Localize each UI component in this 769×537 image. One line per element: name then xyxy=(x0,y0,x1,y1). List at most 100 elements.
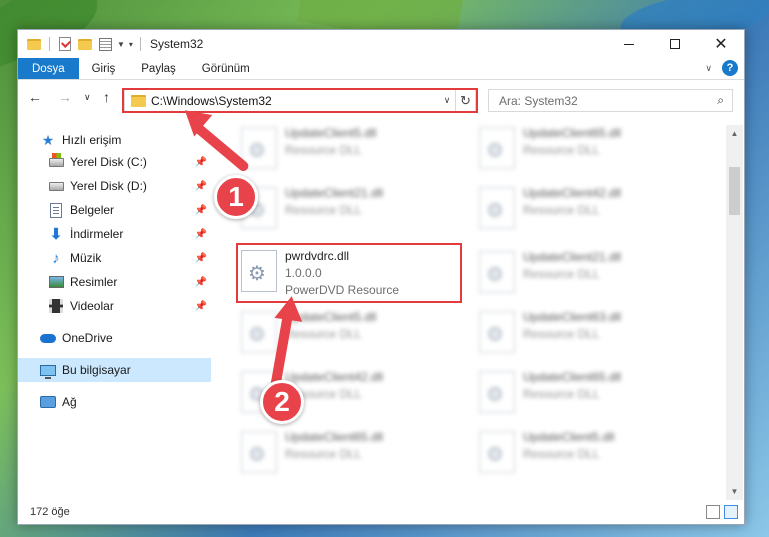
file-item[interactable]: UpdateClient5.dll Resource DLL xyxy=(237,125,452,175)
videos-icon xyxy=(48,298,64,314)
file-item[interactable]: UpdateClient21.dll Resource DLL xyxy=(237,185,452,235)
dll-file-icon xyxy=(241,311,277,353)
forward-arrow-icon[interactable]: → xyxy=(58,89,72,105)
tab-file[interactable]: Dosya xyxy=(18,58,79,79)
tab-view[interactable]: Görünüm xyxy=(189,58,263,79)
customize-toolbar-icon[interactable]: ▾ xyxy=(129,40,133,49)
sidebar-item-music[interactable]: ♪ Müzik 📌 xyxy=(48,246,211,270)
dll-file-icon xyxy=(479,371,515,413)
drive-icon xyxy=(48,178,64,194)
minimize-button[interactable] xyxy=(606,30,652,58)
file-item[interactable]: UpdateClient65.dll Resource DLL xyxy=(475,369,690,419)
pin-icon[interactable]: 📌 xyxy=(195,205,207,216)
search-input[interactable]: Ara: System32 ⌕ xyxy=(488,89,733,112)
music-icon: ♪ xyxy=(52,249,60,267)
file-type: Resource DLL xyxy=(523,267,600,281)
network-icon xyxy=(40,394,56,410)
file-item[interactable]: UpdateClient21.dll Resource DLL xyxy=(475,249,690,299)
maximize-button[interactable] xyxy=(652,30,698,58)
address-highlight xyxy=(122,88,478,113)
file-type: Resource DLL xyxy=(523,203,600,217)
sidebar-item-downloads[interactable]: ⬇ İndirmeler 📌 xyxy=(48,222,211,246)
sidebar-item-network[interactable]: Ağ xyxy=(40,390,211,414)
pin-icon[interactable]: 📌 xyxy=(195,181,207,192)
file-name: UpdateClient65.dll xyxy=(523,370,622,384)
tab-home[interactable]: Giriş xyxy=(79,58,129,79)
scroll-down-icon[interactable]: ▼ xyxy=(726,483,743,500)
file-name: UpdateClient21.dll xyxy=(285,186,384,200)
dll-file-icon xyxy=(479,187,515,229)
navigation-pane: ★ Hızlı erişim Yerel Disk (C:) 📌 Yerel D… xyxy=(18,126,211,496)
file-highlight xyxy=(236,243,462,303)
properties-check-icon[interactable] xyxy=(57,36,73,52)
file-type: Resource DLL xyxy=(523,143,600,157)
pin-icon[interactable]: 📌 xyxy=(195,253,207,264)
file-item[interactable]: UpdateClient5.dllResource DLL xyxy=(475,429,690,479)
sidebar-item-label: Yerel Disk (D:) xyxy=(70,179,147,193)
sidebar-item-videos[interactable]: Videolar 📌 xyxy=(48,294,211,318)
ribbon-tabs: Dosya Giriş Paylaş Görünüm ∨ ? xyxy=(18,58,744,80)
sidebar-item-label: Hızlı erişim xyxy=(62,133,122,147)
scroll-up-icon[interactable]: ▲ xyxy=(726,125,743,142)
pin-icon[interactable]: 📌 xyxy=(195,301,207,312)
recent-locations-icon[interactable]: ∨ xyxy=(84,92,91,103)
properties-icon[interactable] xyxy=(97,36,113,52)
close-button[interactable]: ✕ xyxy=(698,30,744,58)
file-item[interactable]: UpdateClient65.dll Resource DLL xyxy=(237,429,452,479)
pin-icon[interactable]: 📌 xyxy=(195,229,207,240)
vertical-scrollbar[interactable]: ▲ ▼ xyxy=(726,125,743,500)
chevron-down-icon[interactable]: ▼ xyxy=(117,40,125,49)
file-type: Resource DLL xyxy=(523,447,600,461)
sidebar-item-label: Ağ xyxy=(62,395,77,409)
sidebar-quick-access[interactable]: ★ Hızlı erişim xyxy=(40,128,211,152)
sidebar-item-local-disk-d[interactable]: Yerel Disk (D:) 📌 xyxy=(48,174,211,198)
divider xyxy=(49,37,50,51)
drive-c-icon xyxy=(48,152,64,170)
file-type: Resource DLL xyxy=(285,143,362,157)
pictures-icon xyxy=(48,274,64,290)
sidebar-item-documents[interactable]: Belgeler 📌 xyxy=(48,198,211,222)
sidebar-item-onedrive[interactable]: OneDrive xyxy=(40,326,211,350)
view-toggle xyxy=(706,505,738,519)
expand-ribbon-icon[interactable]: ∨ xyxy=(705,63,712,74)
file-name: UpdateClient65.dll xyxy=(523,126,622,140)
onedrive-icon xyxy=(40,330,56,346)
new-folder-icon[interactable] xyxy=(77,36,93,52)
dll-file-icon xyxy=(479,311,515,353)
file-item[interactable]: UpdateClient63.dll Resource DLL xyxy=(475,309,690,359)
search-icon[interactable]: ⌕ xyxy=(717,93,724,108)
sidebar-item-label: Yerel Disk (C:) xyxy=(70,155,147,169)
details-view-icon[interactable] xyxy=(706,505,720,519)
file-item[interactable]: UpdateClient5.dllResource DLL xyxy=(237,309,452,359)
item-count: 172 öğe xyxy=(30,506,70,518)
dll-file-icon xyxy=(241,431,277,473)
close-icon: ✕ xyxy=(714,36,728,53)
file-type: Resource DLL xyxy=(285,203,362,217)
step-badge-2: 2 xyxy=(260,380,304,424)
file-name: UpdateClient65.dll xyxy=(285,430,384,444)
downloads-icon: ⬇ xyxy=(49,226,63,243)
pin-icon[interactable]: 📌 xyxy=(195,277,207,288)
sidebar-item-local-disk-c[interactable]: Yerel Disk (C:) 📌 xyxy=(48,150,211,174)
file-item[interactable]: UpdateClient42.dll Resource DLL xyxy=(475,185,690,235)
pin-icon[interactable]: 📌 xyxy=(195,157,207,168)
file-item[interactable]: UpdateClient65.dll Resource DLL xyxy=(475,125,690,175)
up-arrow-icon[interactable]: ↑ xyxy=(103,89,110,105)
tiles-view-icon[interactable] xyxy=(724,505,738,519)
window-controls: ✕ xyxy=(606,30,744,58)
title-bar: ▼ ▾ System32 ✕ xyxy=(18,30,744,58)
sidebar-item-pictures[interactable]: Resimler 📌 xyxy=(48,270,211,294)
sidebar-item-this-pc[interactable]: Bu bilgisayar xyxy=(18,358,211,382)
dll-file-icon xyxy=(479,127,515,169)
tab-share[interactable]: Paylaş xyxy=(128,58,189,79)
scroll-thumb[interactable] xyxy=(729,167,740,215)
back-arrow-icon[interactable]: ← xyxy=(28,89,42,105)
help-icon[interactable]: ? xyxy=(722,60,738,76)
file-type: Resource DLL xyxy=(523,387,600,401)
sidebar-item-label: Videolar xyxy=(70,299,114,313)
window-title: System32 xyxy=(149,37,204,51)
folder-icon[interactable] xyxy=(26,36,42,52)
ribbon-right: ∨ ? xyxy=(705,60,738,76)
file-type: Resource DLL xyxy=(285,447,362,461)
file-name: UpdateClient5.dll xyxy=(285,126,377,140)
